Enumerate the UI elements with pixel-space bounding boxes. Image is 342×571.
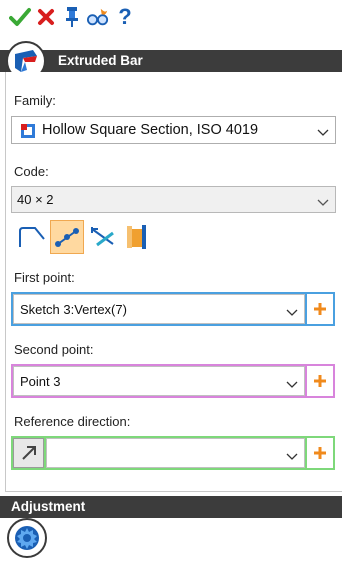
first-point-value: Sketch 3:Vertex(7) <box>20 302 127 317</box>
first-point-combobox[interactable]: Sketch 3:Vertex(7) <box>13 294 305 324</box>
chevron-down-icon[interactable] <box>286 305 298 316</box>
corner-profile-icon[interactable] <box>15 220 49 254</box>
chevron-down-icon[interactable] <box>317 125 329 136</box>
help-icon[interactable]: ? <box>114 6 136 28</box>
face-profile-icon[interactable] <box>120 220 154 254</box>
code-combobox[interactable]: 40 × 2 <box>11 186 336 213</box>
reference-direction-selector <box>11 436 335 470</box>
plus-icon[interactable] <box>307 294 333 324</box>
code-value: 40 × 2 <box>17 192 54 207</box>
second-point-selector: Point 3 <box>11 364 335 398</box>
preview-glasses-icon[interactable] <box>87 6 109 28</box>
pin-icon[interactable] <box>61 6 83 28</box>
adjustment-header[interactable]: Adjustment <box>0 496 342 518</box>
family-combobox[interactable]: Hollow Square Section, ISO 4019 <box>11 116 336 144</box>
first-point-selector: Sketch 3:Vertex(7) <box>11 292 335 326</box>
family-label: Family: <box>14 93 56 108</box>
creation-mode-group <box>15 220 215 254</box>
plus-icon[interactable] <box>307 438 333 468</box>
two-points-icon[interactable] <box>50 220 84 254</box>
chevron-down-icon[interactable] <box>317 195 329 206</box>
hollow-section-icon <box>20 123 36 139</box>
second-point-label: Second point: <box>14 342 94 357</box>
checkmark-icon[interactable] <box>9 6 31 28</box>
adjustment-title: Adjustment <box>11 499 86 514</box>
chevron-down-icon[interactable] <box>286 377 298 388</box>
reference-direction-combobox[interactable] <box>46 438 305 468</box>
chevron-down-icon[interactable] <box>286 449 298 460</box>
extruded-bar-title: Extruded Bar <box>58 53 143 68</box>
extruded-bar-header[interactable]: Extruded Bar <box>0 50 342 72</box>
family-value: Hollow Square Section, ISO 4019 <box>42 122 259 138</box>
second-point-combobox[interactable]: Point 3 <box>13 366 305 396</box>
command-toolbar: ? <box>0 0 342 34</box>
close-icon[interactable] <box>35 6 57 28</box>
second-point-value: Point 3 <box>20 374 61 389</box>
reference-direction-label: Reference direction: <box>14 414 131 429</box>
direction-arrow-icon[interactable] <box>13 438 44 468</box>
gear-icon[interactable] <box>7 518 47 558</box>
length-measure-icon[interactable] <box>86 220 120 254</box>
first-point-label: First point: <box>14 270 75 285</box>
code-label: Code: <box>14 164 49 179</box>
plus-icon[interactable] <box>307 366 333 396</box>
